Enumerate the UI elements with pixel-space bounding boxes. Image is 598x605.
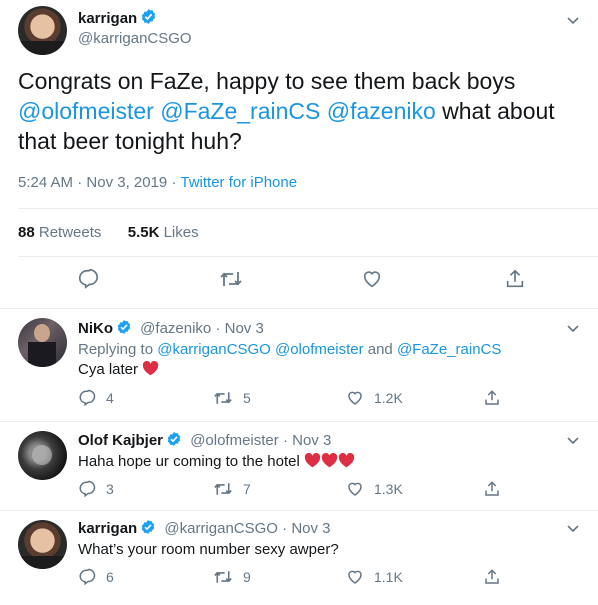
avatar[interactable] bbox=[18, 6, 67, 55]
like-button[interactable]: 1.3K bbox=[346, 480, 403, 498]
reply-text: Cya later bbox=[78, 360, 159, 378]
chevron-down-icon[interactable] bbox=[566, 524, 580, 534]
reply-actions: 4 5 1.2K bbox=[78, 389, 578, 409]
share-button[interactable] bbox=[483, 568, 511, 586]
like-icon bbox=[348, 570, 362, 584]
reply-icon bbox=[79, 480, 96, 498]
reply-author-handle[interactable]: @fazeniko bbox=[140, 320, 211, 337]
heart-emoji bbox=[338, 452, 355, 468]
share-button[interactable] bbox=[483, 389, 511, 407]
like-button[interactable]: 1.2K bbox=[346, 389, 403, 407]
tweet-stats: 88 Retweets 5.5K Likes bbox=[18, 224, 199, 241]
reply-author-name[interactable]: NiKo bbox=[78, 320, 113, 337]
reply-text: What’s your room number sexy awper? bbox=[78, 541, 339, 558]
reply-text: Haha hope ur coming to the hotel bbox=[78, 452, 355, 470]
like-icon[interactable] bbox=[361, 268, 383, 290]
mention-link[interactable]: @olofmeister bbox=[275, 341, 364, 358]
reply-tweet[interactable]: NiKo @fazeniko · Nov 3 Replying to @karr… bbox=[0, 308, 598, 420]
share-icon bbox=[485, 390, 499, 405]
chevron-down-icon[interactable] bbox=[566, 436, 580, 446]
tweet-meta: 5:24 AM · Nov 3, 2019 · Twitter for iPho… bbox=[18, 174, 298, 191]
verified-icon bbox=[167, 432, 181, 446]
reply-tweet[interactable]: Olof Kajbjer @olofmeister · Nov 3 Haha h… bbox=[0, 421, 598, 511]
tweet-actions bbox=[0, 268, 598, 298]
retweet-icon bbox=[214, 392, 232, 404]
share-icon bbox=[485, 569, 499, 584]
likes-stat[interactable]: 5.5K Likes bbox=[128, 224, 199, 241]
heart-emoji bbox=[143, 360, 159, 376]
reply-icon[interactable] bbox=[77, 268, 99, 290]
reply-button[interactable]: 4 bbox=[78, 389, 114, 407]
reply-author-name[interactable]: Olof Kajbjer bbox=[78, 432, 163, 449]
verified-icon bbox=[141, 520, 155, 534]
reply-date[interactable]: Nov 3 bbox=[291, 520, 330, 537]
mention-link[interactable]: @FaZe_rainCS bbox=[397, 341, 501, 358]
replying-to: Replying to @karriganCSGO @olofmeister a… bbox=[78, 341, 502, 358]
retweets-stat[interactable]: 88 Retweets bbox=[18, 224, 101, 241]
author-handle[interactable]: @karriganCSGO bbox=[78, 30, 192, 47]
chevron-down-icon[interactable] bbox=[566, 16, 580, 26]
reply-author-handle[interactable]: @karriganCSGO bbox=[164, 520, 278, 537]
like-icon bbox=[348, 482, 362, 496]
verified-icon bbox=[142, 9, 156, 24]
tweet-text: Congrats on FaZe, happy to see them back… bbox=[18, 68, 555, 154]
tweet-time[interactable]: 5:24 AM bbox=[18, 174, 73, 191]
reply-author-handle[interactable]: @olofmeister bbox=[190, 432, 279, 449]
like-button[interactable]: 1.1K bbox=[346, 568, 403, 586]
reply-button[interactable]: 6 bbox=[78, 568, 114, 586]
reply-date[interactable]: Nov 3 bbox=[225, 320, 264, 337]
divider bbox=[18, 208, 598, 209]
mention-link[interactable]: @fazeniko bbox=[327, 98, 436, 124]
heart-emoji bbox=[321, 452, 338, 468]
avatar[interactable] bbox=[18, 431, 67, 480]
retweet-button[interactable]: 7 bbox=[213, 480, 251, 498]
heart-emoji bbox=[304, 452, 321, 468]
mention-link[interactable]: @olofmeister bbox=[18, 98, 154, 124]
avatar[interactable] bbox=[18, 318, 67, 367]
divider bbox=[18, 256, 598, 257]
reply-icon bbox=[79, 389, 96, 407]
retweet-icon[interactable] bbox=[219, 268, 243, 290]
mention-link[interactable]: @karriganCSGO bbox=[157, 341, 271, 358]
retweet-button[interactable]: 5 bbox=[213, 389, 251, 407]
reply-author-name[interactable]: karrigan bbox=[78, 520, 137, 537]
chevron-down-icon[interactable] bbox=[566, 324, 580, 334]
reply-icon bbox=[79, 568, 96, 586]
reply-date[interactable]: Nov 3 bbox=[292, 432, 331, 449]
retweet-icon bbox=[214, 483, 232, 495]
reply-actions: 3 7 1.3K bbox=[78, 480, 578, 500]
author-name[interactable]: karrigan bbox=[78, 10, 137, 27]
main-tweet: karrigan @karriganCSGO Congrats on FaZe,… bbox=[0, 0, 598, 308]
share-button[interactable] bbox=[483, 480, 511, 498]
tweet-source-link[interactable]: Twitter for iPhone bbox=[180, 174, 297, 191]
share-icon bbox=[485, 481, 499, 496]
mention-link[interactable]: @FaZe_rainCS bbox=[160, 98, 320, 124]
reply-actions: 6 9 1.1K bbox=[78, 568, 578, 588]
reply-tweet[interactable]: karrigan @karriganCSGO · Nov 3 What’s yo… bbox=[0, 510, 598, 605]
retweet-icon bbox=[214, 571, 232, 583]
retweet-button[interactable]: 9 bbox=[213, 568, 251, 586]
avatar[interactable] bbox=[18, 520, 67, 569]
tweet-date[interactable]: Nov 3, 2019 bbox=[86, 174, 167, 191]
verified-icon bbox=[117, 320, 131, 334]
share-icon[interactable] bbox=[504, 268, 526, 290]
like-icon bbox=[348, 391, 362, 405]
reply-button[interactable]: 3 bbox=[78, 480, 114, 498]
